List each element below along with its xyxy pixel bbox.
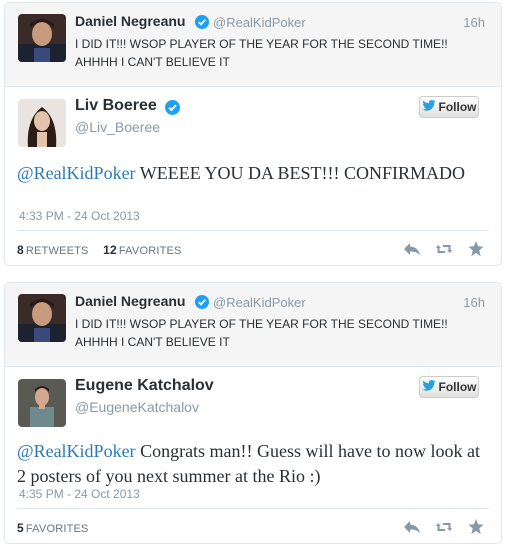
tweet-text: I DID IT!!! WSOP PLAYER OF THE YEAR FOR … [75,35,465,71]
favorites-label: Favorites [25,523,89,535]
tweet-timestamp[interactable]: 4:35 PM - 24 Oct 2013 [19,487,140,501]
favorite-star-icon[interactable] [467,241,485,257]
retweet-stat[interactable]: 8 Retweets [17,243,89,257]
avatar[interactable] [18,14,66,62]
tweet-actions [403,241,485,257]
favorites-count: 12 [103,243,117,257]
tweet-body: WEEEE YOU DA BEST!!! CONFIRMADO [135,163,466,183]
retweet-icon[interactable] [435,519,453,535]
tweet-text: I DID IT!!! WSOP PLAYER OF THE YEAR FOR … [75,315,465,351]
divider [17,230,489,231]
retweets-count: 8 [17,243,24,257]
tweet-card: Daniel Negreanu @RealKidPoker 16h I DID … [4,2,502,266]
author-name[interactable]: Eugene Katchalov [75,377,214,395]
verified-badge-icon [195,15,209,29]
reply-icon[interactable] [403,519,421,535]
follow-button[interactable]: Follow [419,96,479,118]
mention-link[interactable]: @RealKidPoker [17,163,136,183]
avatar[interactable] [18,99,66,147]
mention-link[interactable]: @RealKidPoker [17,441,136,461]
tweet-time[interactable]: 16h [463,15,485,30]
retweets-label: Retweets [25,245,89,257]
parent-tweet[interactable]: Daniel Negreanu @RealKidPoker 16h I DID … [5,3,501,87]
tweet-actions [403,519,485,535]
tweet-stats: 8 Retweets 12 Favorites [17,243,182,257]
author-handle[interactable]: @RealKidPoker [213,295,306,310]
avatar[interactable] [18,379,66,427]
parent-tweet[interactable]: Daniel Negreanu @RealKidPoker 16h I DID … [5,283,501,367]
author-name[interactable]: Liv Boeree [75,97,157,115]
author-handle[interactable]: @EugeneKatchalov [75,399,199,415]
avatar[interactable] [18,294,66,342]
verified-badge-icon [165,100,180,115]
verified-badge-icon [195,295,209,309]
tweet-text: @RealKidPoker Congrats man!! Guess will … [17,439,487,489]
favorite-stat[interactable]: 5 Favorites [17,521,89,535]
favorites-count: 5 [17,521,24,535]
twitter-bird-icon [421,380,436,394]
favorite-stat[interactable]: 12 Favorites [103,243,182,257]
twitter-bird-icon [421,100,436,114]
tweet-time[interactable]: 16h [463,295,485,310]
favorite-star-icon[interactable] [467,519,485,535]
tweet-text-line: I DID IT!!! WSOP PLAYER OF THE YEAR FOR … [75,37,448,51]
divider [17,508,489,509]
author-name[interactable]: Daniel Negreanu [75,293,185,309]
tweet-text-line: I DID IT!!! WSOP PLAYER OF THE YEAR FOR … [75,317,448,331]
follow-button[interactable]: Follow [419,376,479,398]
follow-label: Follow [438,100,477,114]
reply-icon[interactable] [403,241,421,257]
follow-label: Follow [438,380,477,394]
tweet-text-line: AHHHH I CAN'T BELIEVE IT [75,335,230,349]
retweet-icon[interactable] [435,241,453,257]
tweet-timestamp[interactable]: 4:33 PM - 24 Oct 2013 [19,209,140,223]
author-handle[interactable]: @RealKidPoker [213,15,306,30]
favorites-label: Favorites [118,245,182,257]
tweet-text-line: AHHHH I CAN'T BELIEVE IT [75,55,230,69]
tweet-text: @RealKidPoker WEEEE YOU DA BEST!!! CONFI… [17,161,487,186]
author-handle[interactable]: @Liv_Boeree [75,119,160,135]
tweet-card: Daniel Negreanu @RealKidPoker 16h I DID … [4,282,502,544]
author-name[interactable]: Daniel Negreanu [75,13,185,29]
tweet-stats: 5 Favorites [17,521,89,535]
